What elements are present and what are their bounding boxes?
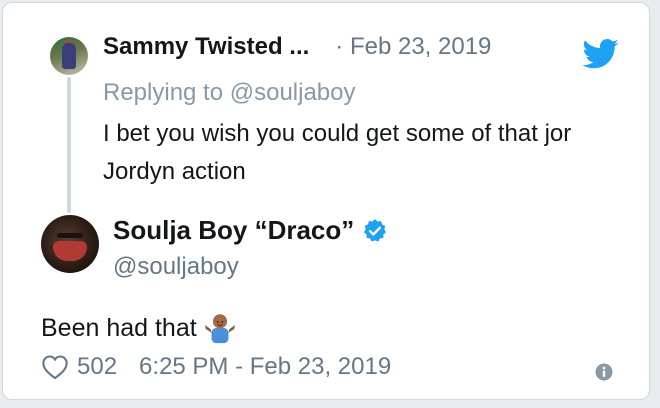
author-avatar[interactable] [41, 215, 99, 273]
tweet-timestamp[interactable]: 6:25 PM - Feb 23, 2019 [139, 353, 391, 381]
reply-author-avatar[interactable] [50, 37, 88, 75]
person-shrugging-emoji-icon [204, 314, 235, 344]
like-count[interactable]: 502 [77, 353, 117, 381]
reply-tweet-text: I bet you wish you could get some of tha… [103, 120, 572, 185]
tweet-footer: 502 6:25 PM - Feb 23, 2019 [41, 353, 391, 381]
author-name-row: Soulja Boy “Draco” [113, 215, 388, 246]
author-handle[interactable]: @souljaboy [113, 253, 239, 281]
tweet-card[interactable]: Sammy Twisted ... · Feb 23, 2019 Replyin… [2, 2, 650, 400]
replying-to-label[interactable]: Replying to @souljaboy [103, 79, 356, 107]
thread-connector-line [67, 77, 71, 213]
reply-header: Sammy Twisted ... · Feb 23, 2019 [103, 33, 491, 61]
tweet-text-row: Been had that [41, 311, 237, 345]
verified-badge-icon [364, 218, 387, 242]
info-icon[interactable] [595, 363, 613, 381]
twitter-bird-icon[interactable] [583, 39, 619, 69]
reply-date[interactable]: · Feb 23, 2019 [335, 33, 491, 61]
tweet-text: Been had that [41, 313, 197, 342]
heart-icon[interactable] [41, 354, 69, 380]
reply-author-name[interactable]: Sammy Twisted ... [103, 33, 309, 61]
author-name[interactable]: Soulja Boy “Draco” [113, 215, 354, 246]
